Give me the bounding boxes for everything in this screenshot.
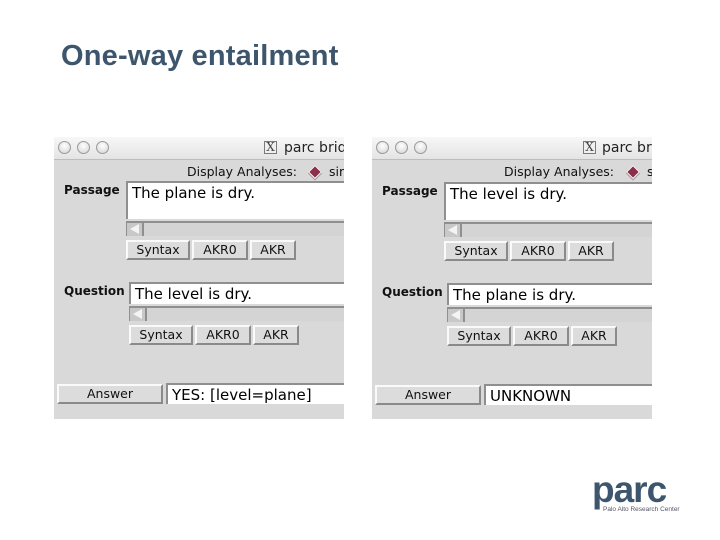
passage-syntax-button[interactable]: Syntax [444, 241, 508, 261]
passage-akr-button[interactable]: AKR [568, 241, 614, 261]
radio-selected-icon[interactable] [625, 164, 641, 180]
parc-logo-subtitle: Palo Alto Research Center [603, 506, 680, 513]
parc-bridge-window-right: X parc bri Display Analyses: s Passage T… [372, 137, 652, 419]
minimize-window-button[interactable] [395, 141, 408, 154]
passage-label: Passage [64, 183, 120, 197]
passage-syntax-button[interactable]: Syntax [126, 240, 190, 260]
question-akr0-button[interactable]: AKR0 [513, 326, 569, 346]
display-analyses-label: Display Analyses: [504, 164, 614, 179]
question-akr-button[interactable]: AKR [253, 325, 299, 345]
close-window-button[interactable] [376, 141, 389, 154]
passage-scrollbar[interactable] [444, 222, 652, 237]
question-akr0-button[interactable]: AKR0 [195, 325, 251, 345]
title-bar[interactable]: X parc bri [372, 137, 652, 160]
minimize-window-button[interactable] [77, 141, 90, 154]
title-bar[interactable]: X parc brid [54, 137, 344, 160]
question-akr-button[interactable]: AKR [571, 326, 617, 346]
question-input[interactable]: The level is dry. [129, 282, 344, 304]
zoom-window-button[interactable] [414, 141, 427, 154]
passage-akr-button[interactable]: AKR [250, 240, 296, 260]
x11-icon: X [264, 141, 277, 154]
passage-input[interactable]: The level is dry. [444, 182, 652, 220]
zoom-window-button[interactable] [96, 141, 109, 154]
passage-akr0-button[interactable]: AKR0 [510, 241, 566, 261]
passage-scrollbar[interactable] [126, 221, 344, 236]
question-label: Question [64, 284, 125, 298]
close-window-button[interactable] [58, 141, 71, 154]
x11-icon: X [583, 141, 596, 154]
parc-logo: parc Palo Alto Research Center [592, 469, 680, 513]
parc-bridge-window-left: X parc brid Display Analyses: sir Passag… [54, 137, 344, 419]
radio-option-label[interactable]: s [647, 164, 652, 179]
passage-input[interactable]: The plane is dry. [126, 181, 344, 219]
question-syntax-button[interactable]: Syntax [129, 325, 193, 345]
radio-selected-icon[interactable] [307, 164, 323, 180]
question-scrollbar[interactable] [129, 306, 344, 321]
scroll-left-arrow-icon[interactable] [127, 223, 144, 236]
passage-label: Passage [382, 184, 438, 198]
question-input[interactable]: The plane is dry. [447, 283, 652, 305]
answer-button[interactable]: Answer [57, 384, 163, 404]
slide-title: One-way entailment [61, 40, 339, 72]
question-syntax-button[interactable]: Syntax [447, 326, 511, 346]
display-analyses-label: Display Analyses: [187, 164, 297, 179]
answer-field: UNKNOWN [484, 384, 652, 405]
question-label: Question [382, 285, 443, 299]
scroll-left-arrow-icon[interactable] [445, 224, 462, 237]
scroll-left-arrow-icon[interactable] [130, 308, 147, 321]
parc-logo-word: parc [592, 469, 667, 510]
scroll-left-arrow-icon[interactable] [448, 309, 465, 322]
window-title: parc brid [284, 140, 344, 156]
passage-akr0-button[interactable]: AKR0 [192, 240, 248, 260]
answer-button[interactable]: Answer [375, 385, 481, 405]
answer-field: YES: [level=plane] [166, 383, 344, 404]
radio-option-label[interactable]: sir [329, 164, 344, 179]
window-title: parc bri [602, 140, 652, 156]
question-scrollbar[interactable] [447, 307, 652, 322]
